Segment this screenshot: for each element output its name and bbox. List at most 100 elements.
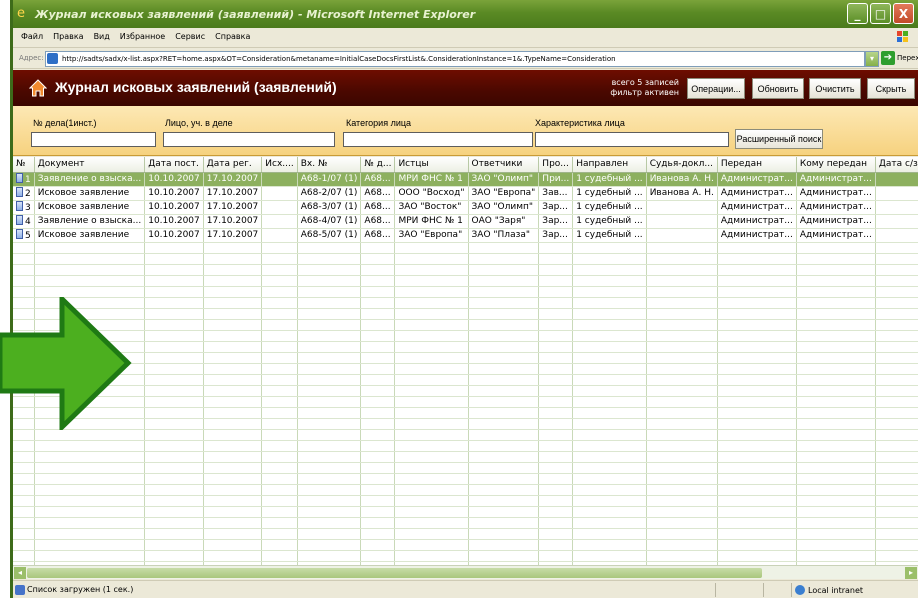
row-number: 3 [25,202,31,213]
empty-cell [646,385,718,397]
table-cell: ЗАО "Европа" [394,228,469,243]
address-input[interactable]: http://sadts/sadx/x-list.aspx?RET=home.a… [45,51,865,67]
empty-cell [875,550,918,562]
scroll-right-icon[interactable]: ▸ [905,567,917,579]
empty-row [13,440,918,452]
table-cell: МРИ ФНС № 1 [394,172,469,187]
empty-cell [468,275,540,287]
empty-cell [394,550,469,562]
empty-cell [796,275,876,287]
column-header[interactable]: Истцы [394,157,469,173]
scroll-left-icon[interactable]: ◂ [14,567,26,579]
table-cell [646,214,718,229]
address-label: Адрес: [19,54,44,62]
case-number-input[interactable] [31,132,156,147]
table-row[interactable]: 2 Исковое заявление 10.10.2007 17.10.2007 А6… [13,186,918,201]
table-cell: 10.10.2007 [144,186,204,201]
empty-cell [875,539,918,551]
operations-button[interactable]: Операции... [687,78,745,99]
column-header[interactable]: Документ [34,157,146,173]
empty-cell [394,330,469,342]
column-header[interactable]: Направлен [572,157,647,173]
menu-view[interactable]: Вид [94,32,110,41]
home-icon[interactable] [29,79,47,97]
table-cell: 17.10.2007 [203,214,263,229]
empty-cell [572,308,647,320]
status-separator [763,583,764,597]
empty-cell [360,429,396,441]
menu-file[interactable]: Файл [21,32,43,41]
empty-cell [538,495,574,507]
empty-cell [717,297,797,309]
table-cell: 10.10.2007 [144,214,204,229]
menu-tools[interactable]: Сервис [175,32,205,41]
empty-cell [572,330,647,342]
column-header[interactable]: Дата с/з [875,157,918,173]
hide-button[interactable]: Скрыть [867,78,915,99]
empty-cell [875,352,918,364]
empty-cell [297,341,362,353]
column-header[interactable]: Про... [538,157,574,173]
column-header[interactable]: Дата рег. [203,157,263,173]
empty-cell [203,407,263,419]
empty-cell [360,451,396,463]
minimize-button[interactable]: _ [847,3,868,24]
table-cell: Администрат... [717,186,797,201]
empty-cell [360,407,396,419]
advanced-search-button[interactable]: Расширенный поиск [735,129,823,149]
refresh-button[interactable]: Обновить [752,78,804,99]
row-number: 5 [25,230,31,241]
empty-cell [875,330,918,342]
maximize-button[interactable]: □ [870,3,891,24]
characteristic-input[interactable] [535,132,729,147]
empty-cell [572,539,647,551]
empty-cell [717,473,797,485]
document-icon [16,200,23,211]
title-bar[interactable]: e Журнал исковых заявлений (заявлений) -… [13,0,918,28]
column-header[interactable]: Кому передан [796,157,876,173]
empty-cell [538,517,574,529]
scroll-thumb[interactable] [27,568,762,578]
table-cell: 17.10.2007 [203,228,263,243]
status-separator [715,583,716,597]
table-row[interactable]: 5 Исковое заявление 10.10.2007 17.10.2007 А6… [13,228,918,243]
empty-cell [261,506,298,518]
horizontal-scrollbar[interactable]: ◂ ▸ [13,565,918,579]
empty-cell [203,275,263,287]
clear-button[interactable]: Очистить [809,78,861,99]
empty-cell [394,286,469,298]
close-button[interactable]: X [893,3,914,24]
menu-edit[interactable]: Правка [53,32,83,41]
empty-cell [297,473,362,485]
column-header[interactable]: Передан [717,157,797,173]
empty-cell [261,440,298,452]
table-row[interactable]: 3 Исковое заявление 10.10.2007 17.10.2007 А6… [13,200,918,215]
empty-cell [144,506,204,518]
column-header[interactable]: Вх. № [297,157,362,173]
category-input[interactable] [343,132,533,147]
table-row[interactable]: 4 Заявление о взыска... 10.10.2007 17.10.20… [13,214,918,229]
table-cell: А68-4/07 (1) [297,214,362,229]
menu-favorites[interactable]: Избранное [120,32,165,41]
empty-cell [297,539,362,551]
party-input[interactable] [163,132,335,147]
address-dropdown-icon[interactable]: ▾ [865,51,879,67]
empty-cell [717,539,797,551]
column-header[interactable]: Дата пост. [144,157,204,173]
menu-help[interactable]: Справка [215,32,250,41]
go-button[interactable]: ➔ Переход [881,51,918,65]
column-header[interactable]: № д... [360,157,396,173]
windows-flag-icon [897,31,908,42]
empty-cell [360,550,396,562]
empty-cell [297,506,362,518]
column-header[interactable]: Исх.... [261,157,298,173]
column-header[interactable]: Судья-докл... [646,157,718,173]
table-cell: Заявление о взыска... [34,172,146,187]
column-header[interactable]: № [13,157,35,173]
empty-cell [875,374,918,386]
empty-cell [875,385,918,397]
empty-cell [875,440,918,452]
table-row[interactable]: 1 Заявление о взыска... 10.10.2007 17.10.20… [13,172,918,187]
empty-cell [144,242,204,254]
column-header[interactable]: Ответчики [468,157,540,173]
